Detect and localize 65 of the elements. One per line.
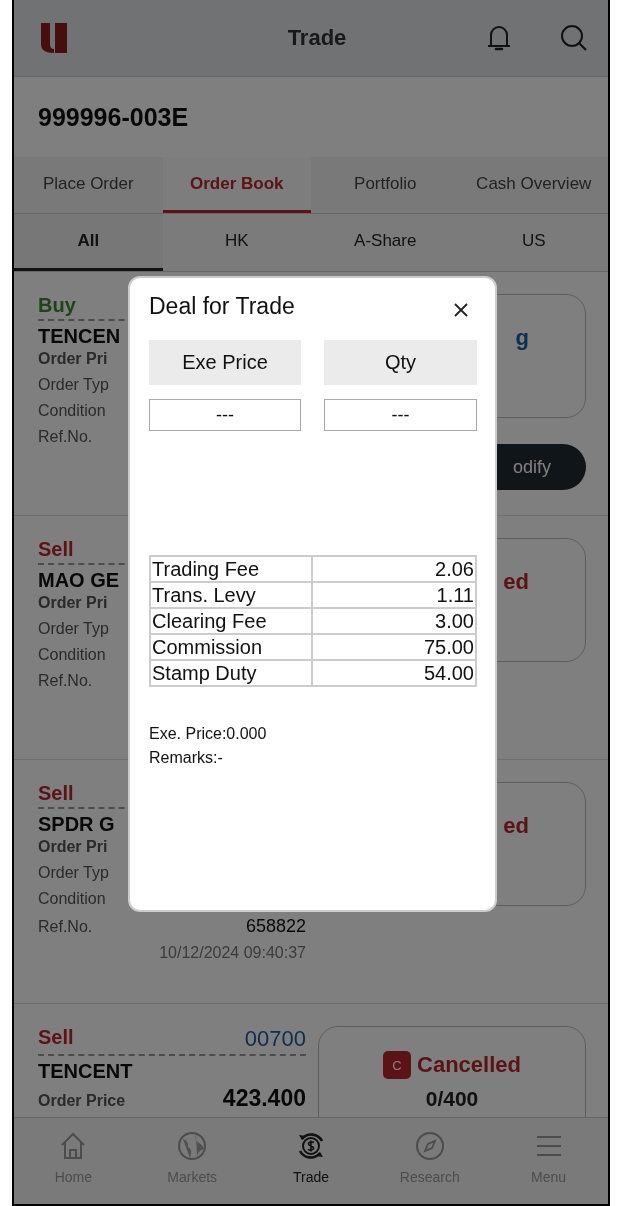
screen-title: Trade <box>286 25 348 51</box>
market-tab[interactable]: HK <box>162 214 311 271</box>
value-field: --- <box>149 399 301 431</box>
nav-item[interactable]: Trade <box>251 1118 371 1204</box>
filled-quantity: 0/400 <box>425 1087 479 1111</box>
status-text: ed <box>503 569 529 595</box>
fee-value: 3.00 <box>312 608 476 634</box>
bell-icon[interactable] <box>486 23 512 53</box>
status-text: Cancelled <box>417 1052 521 1078</box>
stock-name: TENCENT <box>38 1060 133 1083</box>
field-label: Order Price <box>38 1092 126 1110</box>
market-tab[interactable]: US <box>459 214 608 271</box>
stock-name: TENCEN <box>38 325 121 348</box>
value-field: --- <box>324 399 477 431</box>
dialog-title: Deal for Trade <box>149 292 295 320</box>
tab[interactable]: Place Order <box>14 157 163 213</box>
close-icon[interactable] <box>453 302 469 318</box>
fee-label: Trans. Levy <box>150 582 312 608</box>
status-badge: C <box>383 1051 412 1079</box>
order-side: Sell <box>38 1026 74 1050</box>
field-label: Ref.No. <box>38 672 93 690</box>
field-label: Order Typ <box>38 864 109 882</box>
fee-label: Trading Fee <box>150 556 312 582</box>
order-side: Sell <box>38 538 74 561</box>
status-text: g <box>515 325 529 351</box>
fee-value: 75.00 <box>312 634 476 660</box>
fee-label: Stamp Duty <box>150 660 312 686</box>
fee-value: 54.00 <box>312 660 476 686</box>
field-label: Condition <box>38 646 106 664</box>
stock-name: SPDR G <box>38 813 115 836</box>
field-label: Ref.No. <box>38 428 93 446</box>
order-side: Sell <box>38 782 74 805</box>
stock-code: 00700 <box>244 1026 306 1052</box>
field-value: 423.400 <box>222 1085 306 1112</box>
field-label: Order Pri <box>38 350 108 368</box>
compass-icon <box>414 1131 445 1161</box>
field-label: Order Typ <box>38 620 109 638</box>
fee-value: 1.11 <box>312 582 476 608</box>
dollar-cycle-icon <box>296 1131 326 1161</box>
order-side: Buy <box>38 294 76 317</box>
column-header: Qty <box>324 340 477 385</box>
field-label: Order Pri <box>38 594 108 612</box>
tab[interactable]: Portfolio <box>311 157 460 213</box>
status-text: ed <box>503 813 529 839</box>
market-tab[interactable]: All <box>14 214 163 271</box>
market-tab[interactable]: A-Share <box>311 214 460 271</box>
globe-icon <box>177 1131 208 1161</box>
remarks: Remarks:- <box>149 749 224 767</box>
logo-icon <box>40 22 68 54</box>
column-header: Exe Price <box>149 340 301 385</box>
fee-value: 2.06 <box>312 556 476 582</box>
field-value: 658822 <box>245 916 306 937</box>
execution-price: Exe. Price:0.000 <box>149 725 268 743</box>
fee-label: Commission <box>150 634 312 660</box>
field-label: Ref.No. <box>38 918 93 936</box>
order-time: 10/12/2024 09:40:37 <box>158 944 306 962</box>
field-label: Condition <box>38 890 106 908</box>
field-label: Order Pri <box>38 838 108 856</box>
field-label: Order Typ <box>38 376 109 394</box>
field-label: Condition <box>38 402 106 420</box>
fee-label: Clearing Fee <box>150 608 312 634</box>
stock-name: MAO GE <box>38 569 120 592</box>
tab[interactable]: Order Book <box>162 157 311 213</box>
tab[interactable]: Cash Overview <box>459 157 608 213</box>
search-icon[interactable] <box>560 24 588 52</box>
